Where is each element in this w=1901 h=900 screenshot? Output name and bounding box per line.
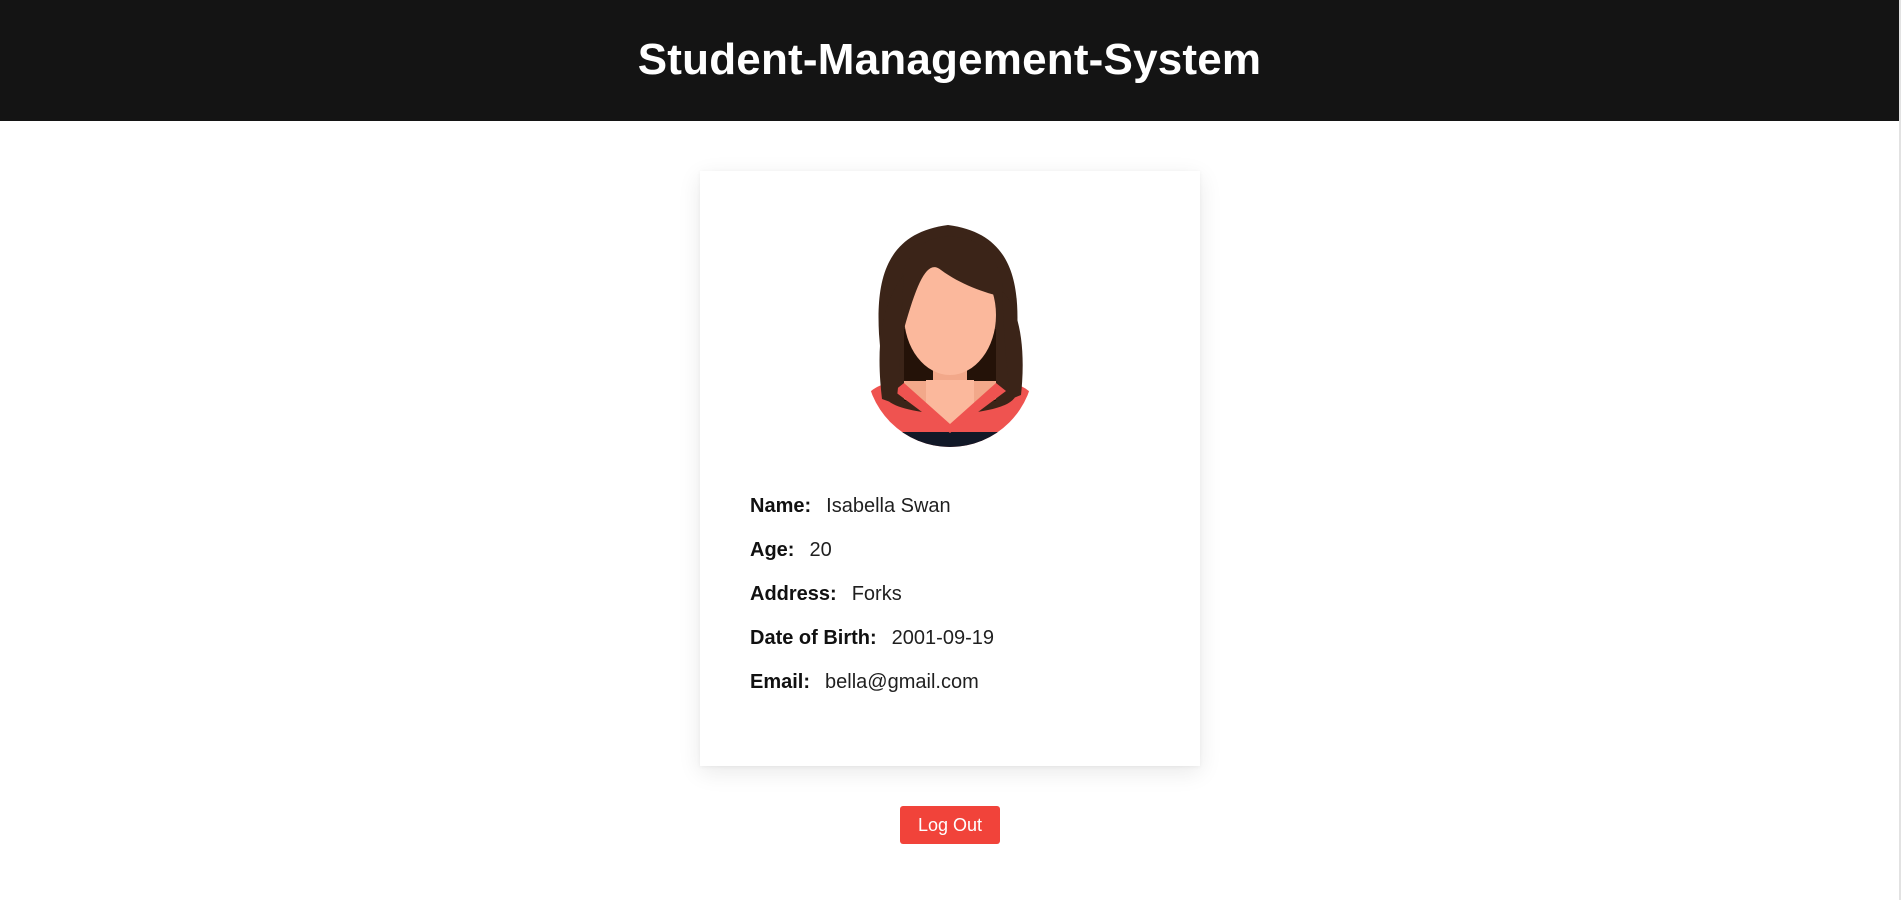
page: Student-Management-System Name: Isabella… — [0, 0, 1901, 900]
detail-row-name: Name: Isabella Swan — [750, 495, 994, 539]
age-value: 20 — [809, 539, 832, 561]
email-value: bella@gmail.com — [825, 671, 979, 693]
detail-row-address: Address: Forks — [750, 583, 994, 627]
student-profile-card: Name: Isabella Swan Age: 20 Address: For… — [700, 171, 1200, 766]
email-label: Email: — [750, 671, 811, 693]
app-title: Student-Management-System — [637, 34, 1262, 84]
detail-row-date-of-birth: Date of Birth: 2001-09-19 — [750, 627, 994, 671]
female-student-avatar-icon — [866, 225, 1034, 447]
date-of-birth-label: Date of Birth: — [750, 627, 877, 649]
age-label: Age: — [750, 539, 795, 561]
address-value: Forks — [851, 583, 902, 605]
detail-row-age: Age: 20 — [750, 539, 994, 583]
student-details: Name: Isabella Swan Age: 20 Address: For… — [750, 495, 994, 715]
address-label: Address: — [750, 583, 837, 605]
detail-row-email: Email: bella@gmail.com — [750, 671, 994, 715]
name-value: Isabella Swan — [826, 495, 951, 517]
date-of-birth-value: 2001-09-19 — [891, 627, 994, 649]
logout-button[interactable]: Log Out — [900, 806, 1000, 844]
name-label: Name: — [750, 495, 812, 517]
app-header: Student-Management-System — [0, 0, 1899, 121]
